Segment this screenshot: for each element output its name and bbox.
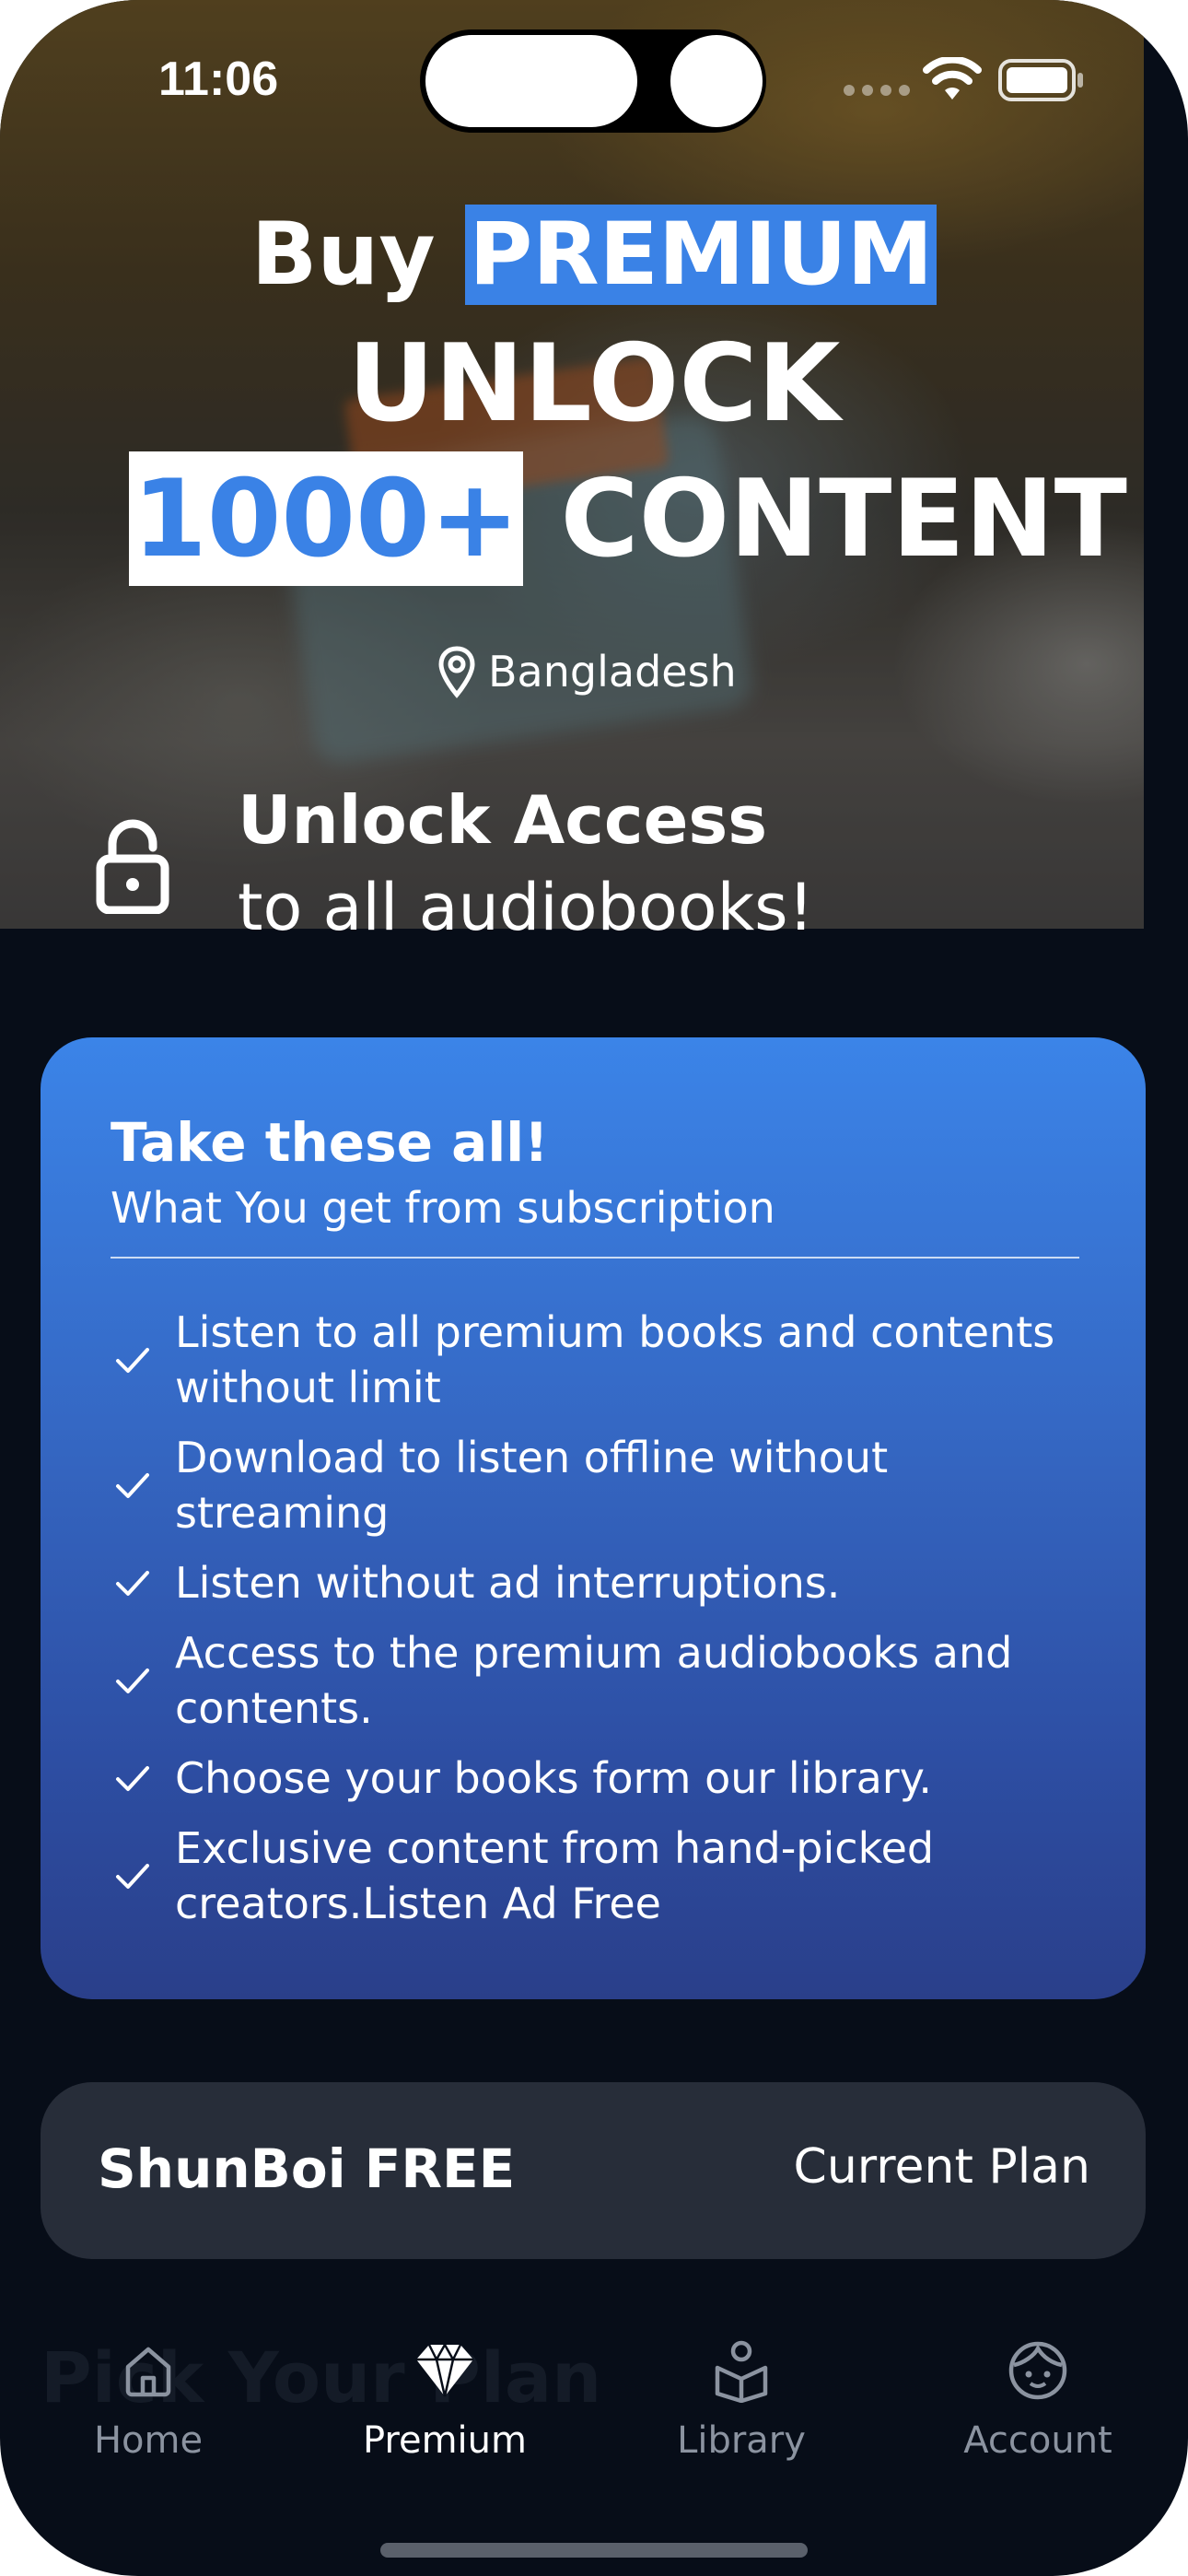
benefit-text: Choose your books form our library. <box>175 1753 932 1803</box>
benefits-title: Take these all! <box>111 1111 549 1174</box>
checkmark-icon <box>116 1766 149 1791</box>
hero-headline: Buy PREMIUM <box>0 205 1188 306</box>
checkmark-icon <box>116 1864 149 1889</box>
benefit-text: Listen to all premium books and contents… <box>175 1307 1055 1412</box>
wifi-icon <box>923 55 982 107</box>
tab-home[interactable]: Home <box>0 2336 297 2462</box>
plan-name: ShunBoi FREE <box>98 2137 516 2200</box>
tab-premium[interactable]: Premium <box>297 2336 593 2462</box>
benefit-item: Download to listen offline without strea… <box>111 1430 1096 1540</box>
benefit-item: Exclusive content from hand-picked creat… <box>111 1821 1096 1931</box>
benefit-text: Listen without ad interruptions. <box>175 1558 841 1608</box>
dynamic-island <box>420 29 766 133</box>
divider <box>111 1257 1079 1259</box>
app-screen: 11:06 Buy PREMIUM UNLOCK 1000+ CONTENT B… <box>0 0 1188 2576</box>
benefit-text: Download to listen offline without strea… <box>175 1433 889 1538</box>
benefit-item: Choose your books form our library. <box>111 1751 1096 1806</box>
tab-library[interactable]: Library <box>593 2336 890 2462</box>
checkmark-icon <box>116 1669 149 1693</box>
diamond-icon <box>416 2342 473 2397</box>
location-text: Bangladesh <box>488 647 737 697</box>
plan-status: Current Plan <box>793 2139 1090 2195</box>
tab-label: Home <box>93 2419 204 2462</box>
access-subtitle: to all audiobooks! <box>238 870 814 945</box>
tab-account[interactable]: Account <box>890 2336 1186 2462</box>
status-time: 11:06 <box>158 53 279 106</box>
location-pin-icon <box>438 646 475 698</box>
content-headline: 1000+ CONTENT <box>129 451 1127 588</box>
benefit-item: Listen to all premium books and contents… <box>111 1305 1096 1415</box>
checkmark-icon <box>116 1473 149 1498</box>
buy-text: Buy <box>250 205 436 305</box>
tab-label: Account <box>963 2419 1112 2462</box>
checkmark-icon <box>116 1571 149 1596</box>
benefit-item: Listen without ad interruptions. <box>111 1555 1096 1610</box>
checkmark-icon <box>116 1348 149 1373</box>
cellular-signal-icon <box>844 85 910 96</box>
content-text: CONTENT <box>560 457 1127 581</box>
home-icon <box>125 2347 171 2397</box>
tab-label: Premium <box>363 2419 527 2462</box>
benefit-item: Access to the premium audiobooks and con… <box>111 1625 1096 1736</box>
location-row: Bangladesh <box>437 645 737 698</box>
account-icon <box>1008 2341 1067 2400</box>
unlock-text: UNLOCK <box>347 322 841 446</box>
count-highlight: 1000+ <box>129 451 524 586</box>
access-title: Unlock Access <box>238 781 768 859</box>
benefit-text: Exclusive content from hand-picked creat… <box>175 1823 935 1928</box>
plan-card-free[interactable]: ShunBoi FREE Current Plan <box>41 2082 1146 2259</box>
benefits-subtitle: What You get from subscription <box>111 1183 775 1233</box>
benefit-text: Access to the premium audiobooks and con… <box>175 1628 1013 1733</box>
battery-icon <box>998 59 1085 105</box>
home-indicator[interactable] <box>380 2543 808 2558</box>
tab-label: Library <box>677 2419 806 2462</box>
library-icon <box>715 2340 768 2403</box>
premium-highlight: PREMIUM <box>465 205 938 305</box>
benefits-card: Take these all! What You get from subscr… <box>41 1037 1146 1999</box>
unlocked-padlock-icon <box>96 818 169 918</box>
